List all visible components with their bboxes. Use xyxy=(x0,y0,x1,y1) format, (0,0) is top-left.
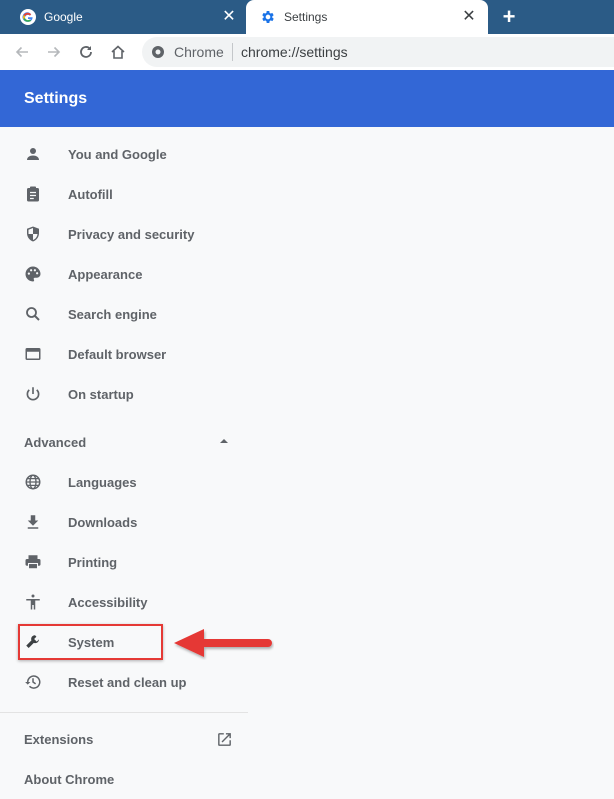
page-title: Settings xyxy=(24,90,88,107)
sidebar-item-label: Autofill xyxy=(68,187,113,202)
google-g-icon xyxy=(20,9,36,25)
reload-button[interactable] xyxy=(76,42,96,62)
close-tab-icon[interactable]: ✕ xyxy=(220,8,238,26)
gear-icon xyxy=(262,11,274,23)
new-tab-button[interactable]: + xyxy=(498,6,520,28)
advanced-label: Advanced xyxy=(24,435,87,450)
tab-strip: Google ✕ Settings ✕ + xyxy=(0,0,614,34)
chrome-icon xyxy=(152,46,164,58)
globe-icon xyxy=(25,474,41,490)
advanced-section-toggle[interactable]: Advanced xyxy=(0,422,248,462)
clipboard-icon xyxy=(27,186,39,202)
browser-window-icon xyxy=(25,348,41,360)
sidebar-item-autofill[interactable]: Autofill xyxy=(0,174,248,214)
back-arrow-icon xyxy=(15,46,28,58)
sidebar-item-label: Default browser xyxy=(68,347,167,362)
sidebar-item-about-chrome[interactable]: About Chrome xyxy=(0,759,248,799)
home-button[interactable] xyxy=(108,42,128,62)
history-icon xyxy=(25,675,41,689)
sidebar-item-languages[interactable]: Languages xyxy=(0,462,248,502)
address-bar[interactable]: Chrome chrome://settings xyxy=(142,37,614,67)
toolbar: Chrome chrome://settings xyxy=(0,34,614,70)
close-tab-icon[interactable]: ✕ xyxy=(460,8,478,26)
sidebar-item-label: On startup xyxy=(68,387,134,402)
tab-google[interactable]: Google ✕ xyxy=(0,0,248,34)
sidebar-divider xyxy=(0,712,248,713)
palette-icon xyxy=(25,266,41,282)
download-icon xyxy=(27,515,39,529)
collapse-arrow-icon xyxy=(220,439,228,443)
url-text[interactable]: chrome://settings xyxy=(241,44,348,60)
sidebar-item-privacy-and-security[interactable]: Privacy and security xyxy=(0,214,248,254)
omnibox-separator xyxy=(232,43,233,61)
about-chrome-label: About Chrome xyxy=(24,772,115,787)
sidebar-item-label: Downloads xyxy=(68,515,138,530)
extensions-label: Extensions xyxy=(24,732,94,747)
sidebar-item-label: Reset and clean up xyxy=(68,675,187,690)
sidebar-item-on-startup[interactable]: On startup xyxy=(0,374,248,414)
reload-icon xyxy=(80,46,92,58)
sidebar-item-accessibility[interactable]: Accessibility xyxy=(0,582,248,622)
sidebar-item-printing[interactable]: Printing xyxy=(0,542,248,582)
printer-icon xyxy=(25,555,41,570)
sidebar-item-search-engine[interactable]: Search engine xyxy=(0,294,248,334)
open-in-new-icon xyxy=(218,733,231,746)
power-icon xyxy=(26,387,40,401)
annotation-arrow-icon xyxy=(174,629,272,657)
settings-header: Settings xyxy=(0,70,614,127)
system-highlight-box xyxy=(18,624,163,660)
sidebar-item-label: Accessibility xyxy=(68,595,148,610)
sidebar-item-label: Printing xyxy=(68,555,118,570)
tab-title: Google xyxy=(44,10,83,24)
accessibility-icon xyxy=(26,594,40,610)
sidebar-item-label: You and Google xyxy=(68,147,167,162)
sidebar-item-label: Appearance xyxy=(68,267,143,282)
tab-title: Settings xyxy=(284,10,328,24)
sidebar-item-you-and-google[interactable]: You and Google xyxy=(0,134,248,174)
sidebar-item-extensions[interactable]: Extensions xyxy=(0,719,248,759)
sidebar-item-reset-and-clean-up[interactable]: Reset and clean up xyxy=(0,662,248,702)
back-button[interactable] xyxy=(12,42,32,62)
sidebar-item-label: Search engine xyxy=(68,307,157,322)
search-icon xyxy=(26,307,40,321)
forward-button[interactable] xyxy=(44,42,64,62)
shield-icon xyxy=(27,226,39,242)
home-icon xyxy=(111,45,125,59)
sidebar-item-downloads[interactable]: Downloads xyxy=(0,502,248,542)
sidebar-item-label: Privacy and security xyxy=(68,227,195,242)
site-chip: Chrome xyxy=(174,44,224,60)
sidebar-item-default-browser[interactable]: Default browser xyxy=(0,334,248,374)
person-icon xyxy=(27,148,39,160)
forward-arrow-icon xyxy=(48,46,61,58)
tab-settings[interactable]: Settings ✕ xyxy=(246,0,488,34)
sidebar-item-label: Languages xyxy=(68,475,137,490)
sidebar-item-appearance[interactable]: Appearance xyxy=(0,254,248,294)
